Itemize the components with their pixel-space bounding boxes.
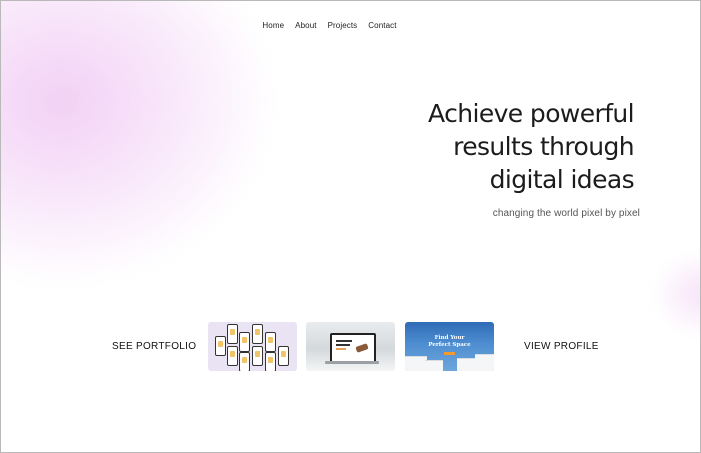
nav-contact-link[interactable]: Contact xyxy=(368,21,396,30)
hero-heading: Achieve powerful results through digital… xyxy=(374,97,635,196)
nav-home-link[interactable]: Home xyxy=(262,21,284,30)
decorative-line xyxy=(336,348,346,350)
portfolio-thumbnail-mobile-app[interactable] xyxy=(208,322,297,371)
phone-mockup xyxy=(252,324,263,344)
laptop-base xyxy=(325,361,379,364)
decorative-line xyxy=(336,340,352,342)
hero-heading-line: results through xyxy=(453,132,635,161)
phone-mockup xyxy=(227,346,238,366)
phone-mockup xyxy=(265,332,276,352)
phone-mockup xyxy=(278,346,289,366)
phone-mockup xyxy=(215,336,226,356)
decorative-gradient-blob xyxy=(1,1,271,281)
decorative-gradient-blob-small xyxy=(651,249,700,339)
gavel-icon xyxy=(355,343,369,353)
page-frame: Home About Projects Contact Achieve powe… xyxy=(0,0,701,453)
thumbnail-cta-button xyxy=(444,352,455,355)
hero-heading-line: Achieve powerful xyxy=(428,99,635,128)
portfolio-thumbnail-laptop[interactable] xyxy=(306,322,395,371)
phone-mockup xyxy=(265,352,276,371)
building-shape xyxy=(457,358,477,371)
nav-about-link[interactable]: About xyxy=(295,21,316,30)
phone-mockup xyxy=(252,346,263,366)
nav-projects-link[interactable]: Projects xyxy=(328,21,358,30)
portfolio-thumbnail-real-estate[interactable]: Find Your Perfect Space xyxy=(405,322,494,371)
phone-mockup xyxy=(239,332,250,352)
thumbnail-caption: Perfect Space xyxy=(428,342,471,348)
building-shape xyxy=(425,360,443,371)
hero-heading-line: digital ideas xyxy=(489,165,635,194)
building-shape xyxy=(475,354,494,371)
view-profile-link[interactable]: VIEW PROFILE xyxy=(524,341,599,352)
see-portfolio-link[interactable]: SEE PORTFOLIO xyxy=(112,341,196,352)
laptop-mockup xyxy=(330,333,376,363)
thumbnail-caption: Find Your xyxy=(434,335,465,341)
decorative-line xyxy=(336,344,350,346)
building-shape xyxy=(405,356,427,371)
phone-mockup xyxy=(227,324,238,344)
top-nav: Home About Projects Contact xyxy=(1,21,700,30)
phone-mockup xyxy=(239,352,250,371)
hero-subtitle: changing the world pixel by pixel xyxy=(492,208,640,219)
